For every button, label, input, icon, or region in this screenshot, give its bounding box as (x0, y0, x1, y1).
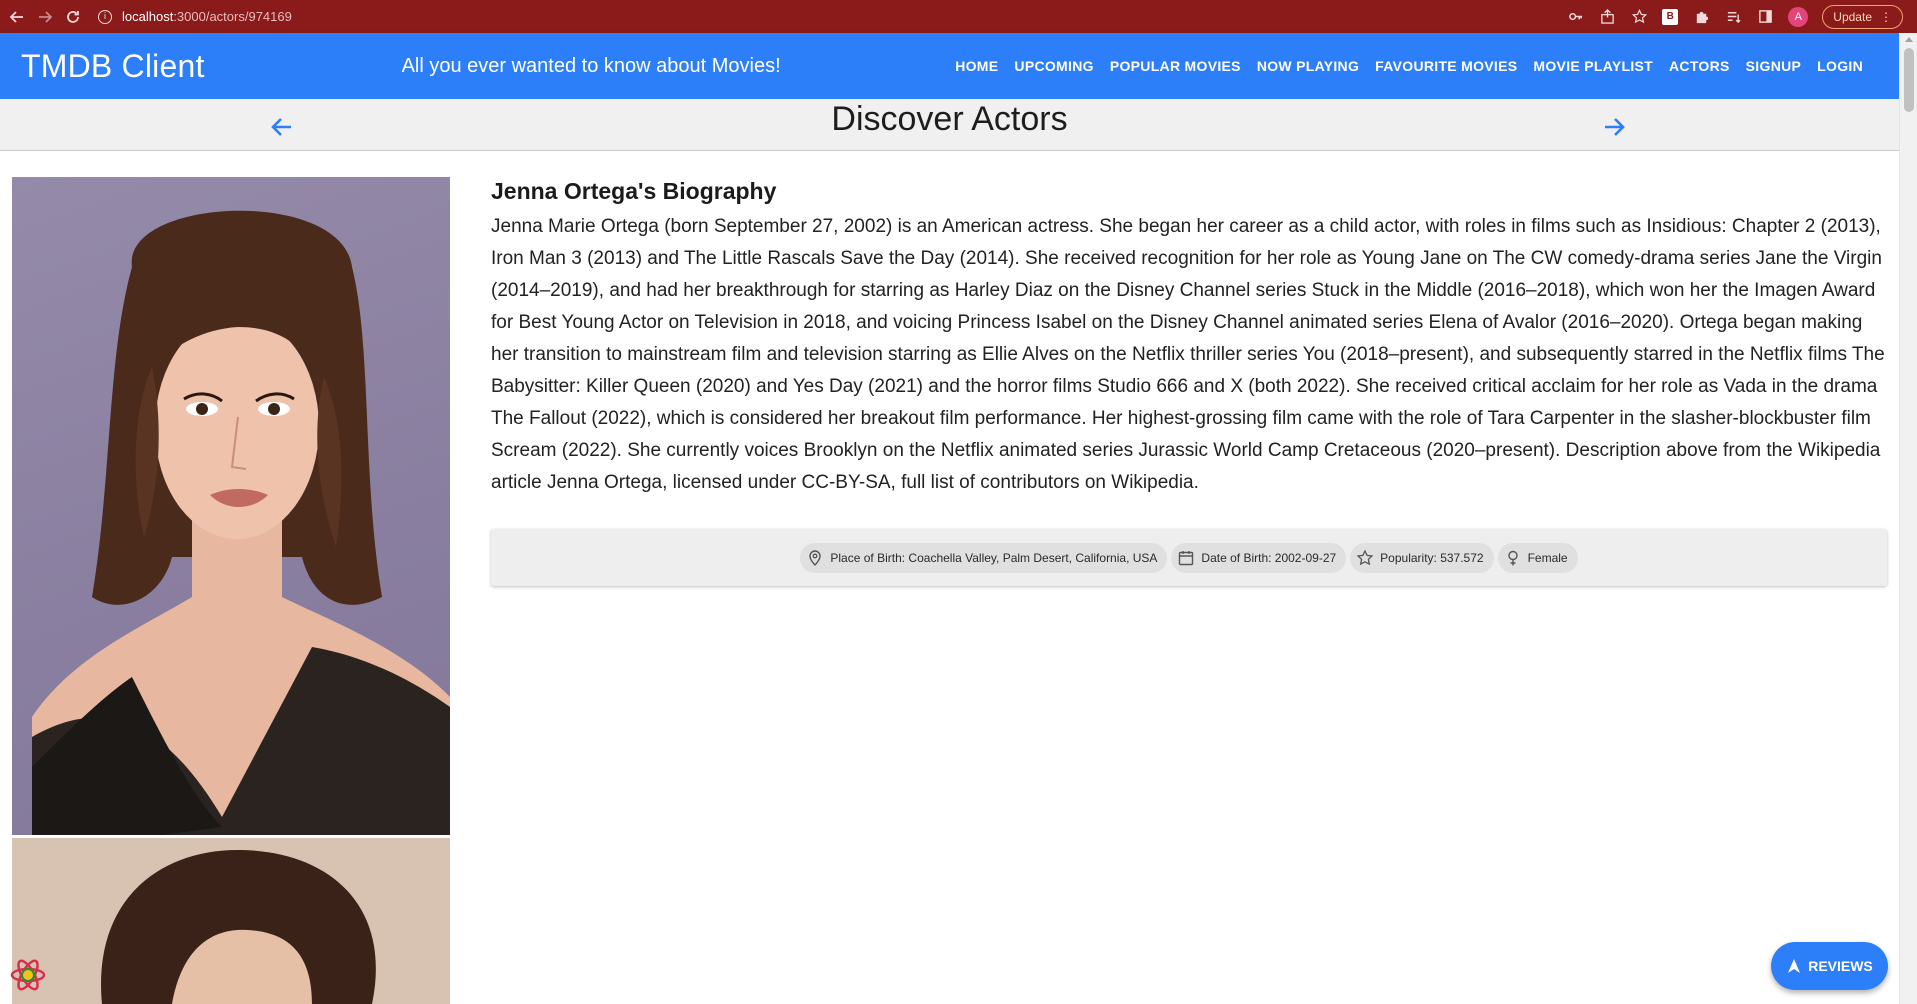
nav-popular-movies[interactable]: POPULAR MOVIES (1102, 50, 1249, 82)
reading-list-icon[interactable] (1724, 8, 1742, 26)
previous-arrow-icon[interactable] (266, 111, 298, 143)
browser-toolbar: i localhost:3000/actors/974169 B A Updat… (0, 0, 1917, 33)
site-tagline: All you ever wanted to know about Movies… (401, 54, 781, 77)
nav-login[interactable]: LOGIN (1809, 50, 1871, 82)
nav-actors[interactable]: ACTORS (1661, 50, 1738, 82)
date-of-birth-label: Date of Birth: 2002-09-27 (1201, 550, 1337, 565)
location-pin-icon (809, 549, 822, 566)
gender-label: Female (1527, 550, 1568, 565)
react-query-devtools-icon[interactable] (8, 955, 48, 995)
popularity-label: Popularity: 537.572 (1380, 550, 1484, 565)
biography-text: Jenna Marie Ortega (born September 27, 2… (491, 216, 1885, 493)
nav-now-playing[interactable]: NOW PLAYING (1249, 50, 1367, 82)
puzzle-icon[interactable] (1692, 8, 1710, 26)
date-of-birth-chip: Date of Birth: 2002-09-27 (1171, 542, 1347, 573)
actor-photo (12, 177, 450, 835)
biography-section: Jenna Ortega's Biography Jenna Marie Ort… (491, 178, 1887, 499)
nav-upcoming[interactable]: UPCOMING (1006, 50, 1101, 82)
back-icon[interactable] (6, 6, 28, 28)
brand-title: TMDB Client (21, 47, 205, 84)
gender-chip: Female (1497, 542, 1578, 573)
bookmark-star-icon[interactable] (1630, 8, 1648, 26)
calendar-icon (1179, 550, 1194, 565)
app-header: TMDB Client All you ever wanted to know … (0, 33, 1899, 99)
profile-avatar[interactable]: A (1788, 6, 1809, 27)
update-button[interactable]: Update ⋮ (1822, 4, 1903, 29)
nav-movie-playlist[interactable]: MOVIE PLAYLIST (1525, 50, 1661, 82)
update-label: Update (1833, 9, 1872, 24)
star-icon (1356, 548, 1374, 565)
actor-photo-secondary (12, 838, 450, 1004)
extension-b-icon[interactable]: B (1662, 8, 1679, 25)
scroll-thumb[interactable] (1904, 48, 1914, 112)
nav-signup[interactable]: SIGNUP (1738, 50, 1809, 82)
place-of-birth-label: Place of Birth: Coachella Valley, Palm D… (830, 550, 1158, 565)
biography-title: Jenna Ortega's Biography (491, 178, 777, 204)
nav-home[interactable]: HOME (947, 50, 1006, 82)
reload-icon[interactable] (62, 6, 84, 28)
page-scrollbar[interactable] (1899, 33, 1917, 1004)
nav-favourite-movies[interactable]: FAVOURITE MOVIES (1367, 50, 1525, 82)
next-arrow-icon[interactable] (1598, 111, 1630, 143)
reviews-button[interactable]: REVIEWS (1771, 942, 1888, 990)
actor-info-bar: Place of Birth: Coachella Valley, Palm D… (491, 529, 1887, 586)
scroll-up-arrow-icon[interactable] (1905, 37, 1913, 42)
navigation-arrow-icon (1788, 959, 1801, 973)
url-path: :3000/actors/974169 (173, 9, 292, 24)
popularity-chip: Popularity: 537.572 (1350, 542, 1494, 573)
kebab-menu-icon: ⋮ (1880, 9, 1892, 24)
key-icon[interactable] (1566, 8, 1584, 26)
female-icon (1507, 550, 1518, 565)
url-host: localhost (122, 9, 174, 24)
site-info-icon[interactable]: i (98, 9, 112, 24)
main-nav: HOME UPCOMING POPULAR MOVIES NOW PLAYING… (947, 50, 1899, 82)
place-of-birth-chip: Place of Birth: Coachella Valley, Palm D… (800, 542, 1168, 573)
address-bar[interactable]: i localhost:3000/actors/974169 (98, 4, 292, 30)
discover-header: Discover Actors (0, 99, 1899, 151)
reviews-label: REVIEWS (1808, 958, 1873, 974)
forward-icon[interactable] (34, 6, 56, 28)
side-panel-icon[interactable] (1756, 8, 1774, 26)
share-icon[interactable] (1598, 8, 1616, 26)
